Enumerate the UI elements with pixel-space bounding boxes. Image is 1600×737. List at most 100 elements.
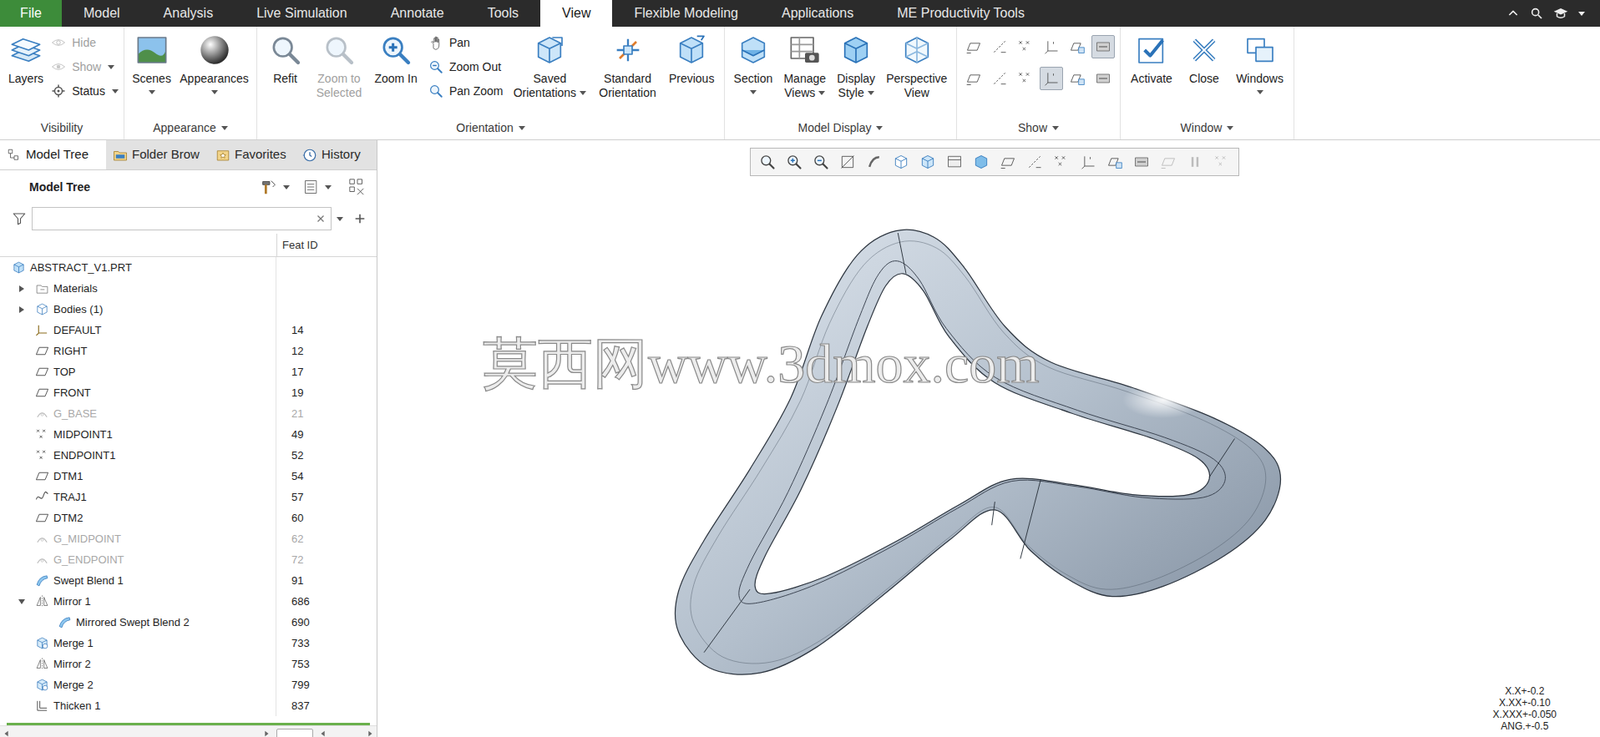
ribbon-button[interactable]: Windows xyxy=(1233,31,1287,95)
tree-row[interactable]: DEFAULT14 xyxy=(0,319,377,341)
dropdown-arrow-icon[interactable] xyxy=(283,185,290,190)
ribbon-group-label[interactable]: Appearance xyxy=(124,116,257,140)
small-button-icon[interactable] xyxy=(427,34,445,51)
menu-tab-label[interactable]: Applications xyxy=(781,3,854,24)
filter-input[interactable] xyxy=(32,207,316,230)
tree-row[interactable]: TRAJ157 xyxy=(0,486,377,508)
navigator-tab[interactable]: Model Tree xyxy=(0,140,107,170)
ribbon-group-label[interactable]: Model Display xyxy=(724,116,957,140)
tree-row[interactable]: Swept Blend 191 xyxy=(0,570,377,592)
column-header-label[interactable]: Feat ID xyxy=(282,237,319,254)
view-tool-icon[interactable] xyxy=(865,153,883,171)
view-toolbar-button[interactable] xyxy=(862,150,887,174)
dropdown-arrow-icon[interactable] xyxy=(148,90,156,95)
collapsed-arrow-icon[interactable] xyxy=(19,306,25,314)
ribbon-button-label[interactable]: ManageViews xyxy=(783,71,826,101)
navigator-tab-icon[interactable] xyxy=(6,147,22,163)
view-toolbar-button[interactable] xyxy=(1183,150,1207,174)
ribbon-button-label[interactable]: Windows xyxy=(1235,71,1284,95)
ribbon-button[interactable]: ManageViews xyxy=(780,31,829,101)
label-text[interactable]: Activate xyxy=(1130,71,1173,87)
graphics-window[interactable]: 莫西网www.3dmox.comX.X+-0.2X.XX+-0.10X.XXX+… xyxy=(377,140,1600,737)
tree-row-name[interactable]: ABSTRACT_V1.PRT xyxy=(0,257,277,279)
feature-name[interactable]: G_ENDPOINT xyxy=(53,551,125,569)
datum-display-icon[interactable] xyxy=(991,38,1008,56)
ribbon-button-icon[interactable] xyxy=(609,31,647,69)
feature-name[interactable]: Bodies (1) xyxy=(53,301,103,319)
show-toggle-button[interactable] xyxy=(987,35,1012,59)
datum-display-icon[interactable] xyxy=(1017,70,1034,87)
feature-name[interactable]: DTM2 xyxy=(53,510,83,527)
tree-row[interactable]: Materials xyxy=(0,278,377,299)
navigator-tab-label[interactable]: Favorites xyxy=(234,145,287,165)
label-text[interactable]: Views xyxy=(784,86,816,101)
scroll-right-icon[interactable] xyxy=(259,729,274,737)
tree-row-name[interactable]: TOP xyxy=(0,361,277,383)
ribbon-button[interactable]: SavedOrientations xyxy=(511,31,589,101)
view-toolbar-button[interactable] xyxy=(809,150,833,174)
label-text[interactable]: Perspective xyxy=(886,71,947,87)
small-button-icon[interactable] xyxy=(50,58,67,76)
small-button-icon[interactable] xyxy=(50,82,67,100)
ribbon-button-label[interactable]: SavedOrientations xyxy=(513,71,587,101)
ribbon-button-icon[interactable] xyxy=(196,31,233,69)
ribbon-button[interactable]: Appearances xyxy=(177,31,252,95)
menu-tab-label[interactable]: View xyxy=(562,3,591,24)
view-toolbar-button[interactable] xyxy=(1156,150,1180,174)
ribbon-button-icon[interactable] xyxy=(531,31,568,69)
navigator-tab-icon[interactable] xyxy=(112,147,128,163)
tree-filters-icon[interactable] xyxy=(303,178,320,196)
tree-row-name[interactable]: DTM2 xyxy=(0,507,277,529)
label-text[interactable]: Manage xyxy=(783,71,826,87)
datum-display-icon[interactable] xyxy=(965,70,983,87)
tree-row-name[interactable]: RIGHT xyxy=(0,340,277,362)
horizontal-scrollbar[interactable] xyxy=(0,725,377,737)
datum-display-icon[interactable] xyxy=(1094,38,1112,56)
feature-name[interactable]: TOP xyxy=(53,364,76,381)
tree-row-name[interactable]: Mirror 1 xyxy=(0,591,277,613)
ribbon-button[interactable]: Zoom In xyxy=(371,31,420,87)
datum-display-icon[interactable] xyxy=(991,70,1008,87)
ribbon-button-label[interactable]: Scenes xyxy=(131,71,172,95)
dropdown-arrow-icon[interactable] xyxy=(107,65,115,70)
datum-display-icon[interactable] xyxy=(1043,38,1060,56)
label-text[interactable]: Layers xyxy=(8,71,44,87)
view-toolbar-button[interactable] xyxy=(1076,150,1100,174)
label-text[interactable]: Close xyxy=(1189,71,1220,87)
tree-row-name[interactable]: Thicken 1 xyxy=(0,695,277,717)
menu-tab[interactable]: Live Simulation xyxy=(234,0,370,27)
feature-name[interactable]: RIGHT xyxy=(53,343,87,360)
menu-tab[interactable]: Flexible Modeling xyxy=(612,0,760,27)
small-button-label[interactable]: Show xyxy=(71,58,102,76)
navigator-tab[interactable]: Favorites xyxy=(208,140,296,170)
ribbon-button-label[interactable]: Refit xyxy=(273,71,298,87)
datum-display-icon[interactable] xyxy=(1094,70,1112,87)
menu-tab-label[interactable]: ME Productivity Tools xyxy=(896,3,1025,24)
view-tool-icon[interactable] xyxy=(1106,153,1124,171)
ribbon-button-label[interactable]: PerspectiveView xyxy=(886,71,947,101)
view-tool-icon[interactable] xyxy=(759,153,776,171)
tree-row[interactable]: Mirror 1686 xyxy=(0,591,377,613)
ribbon-button-label[interactable]: Section xyxy=(734,71,774,95)
ribbon-button-label[interactable]: Close xyxy=(1189,71,1220,87)
dropdown-arrow-icon[interactable] xyxy=(336,217,344,222)
view-tool-icon[interactable] xyxy=(892,153,910,171)
view-tool-icon[interactable] xyxy=(1213,153,1231,171)
dropdown-arrow-icon[interactable] xyxy=(867,91,875,96)
tree-row-name[interactable]: Bodies (1) xyxy=(0,298,277,320)
group-label-text[interactable]: Appearance xyxy=(152,119,217,137)
add-filter-icon[interactable] xyxy=(353,212,367,226)
group-label-text[interactable]: Window xyxy=(1180,119,1223,137)
tree-row-name[interactable]: ENDPOINT1 xyxy=(0,445,277,466)
small-button-label[interactable]: Zoom Out xyxy=(449,58,502,76)
ribbon-button-icon[interactable] xyxy=(267,31,304,69)
view-tool-icon[interactable] xyxy=(1186,153,1204,171)
ribbon-button-label[interactable]: DisplayStyle xyxy=(836,71,876,101)
tree-row[interactable]: Merge 2799 xyxy=(0,674,377,696)
label-text[interactable]: Orientation xyxy=(598,86,656,101)
ribbon-button[interactable]: Previous xyxy=(666,31,717,87)
dropdown-arrow-icon[interactable] xyxy=(1256,90,1264,95)
ribbon-button-icon[interactable] xyxy=(837,31,875,69)
part-model[interactable] xyxy=(377,140,1600,737)
menu-tab[interactable]: ME Productivity Tools xyxy=(875,0,1047,27)
